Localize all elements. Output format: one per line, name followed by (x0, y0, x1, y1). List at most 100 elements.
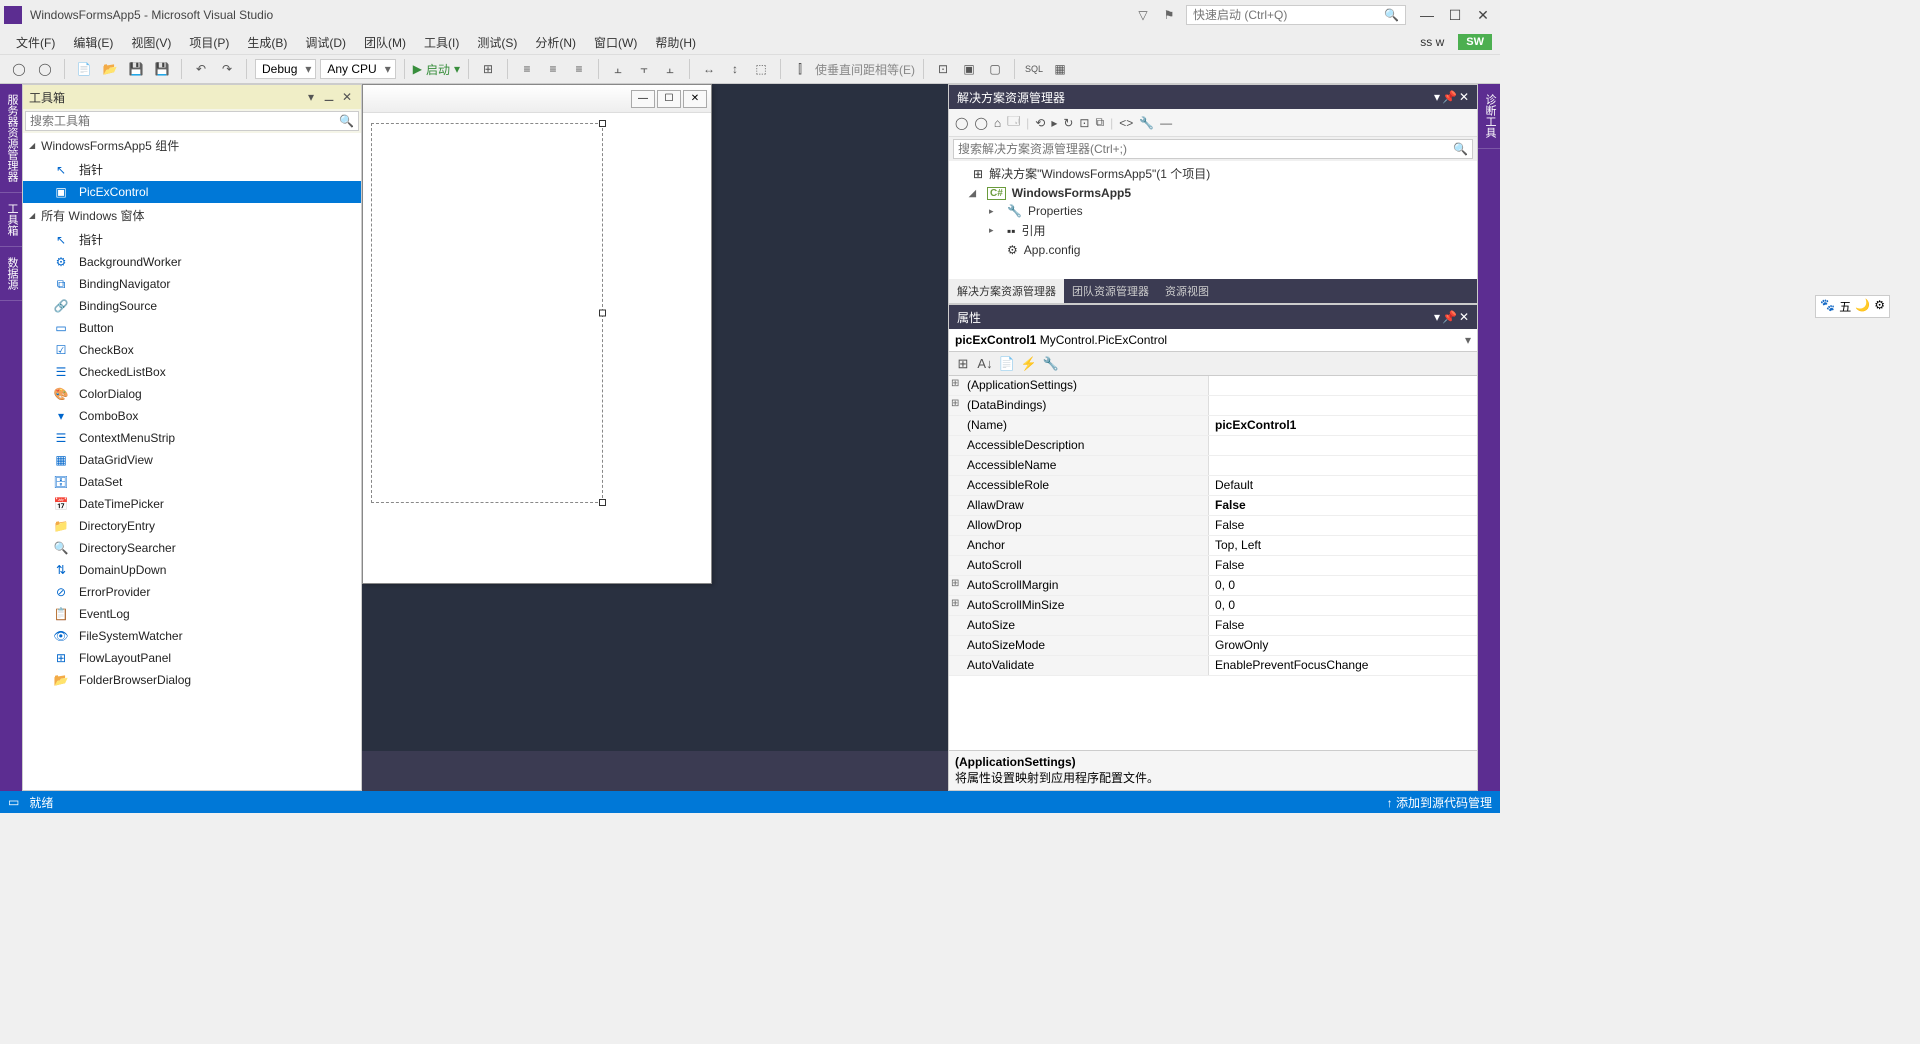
start-button[interactable]: 启动 ▾ (413, 61, 460, 78)
property-row[interactable]: AutoScrollMargin0, 0 (949, 576, 1477, 596)
toolbox-item[interactable]: 🗄DataSet (23, 471, 361, 493)
platform-combo[interactable]: Any CPU (320, 59, 395, 79)
code-icon[interactable]: <> (1119, 116, 1133, 130)
toolbox-item[interactable]: 🔗BindingSource (23, 295, 361, 317)
db-icon[interactable]: ▦ (1049, 58, 1071, 80)
property-row[interactable]: AllawDrawFalse (949, 496, 1477, 516)
property-value[interactable]: GrowOnly (1209, 636, 1477, 655)
toolbox-item[interactable]: ⊞FlowLayoutPanel (23, 647, 361, 669)
menu-help[interactable]: 帮助(H) (647, 32, 704, 53)
user-label[interactable]: ss w (1412, 33, 1452, 51)
picexcontrol-instance[interactable] (371, 123, 603, 503)
align-middle-icon[interactable]: ⫟ (633, 58, 655, 80)
properties-icon[interactable]: 📄 (997, 354, 1017, 374)
tree-solution[interactable]: ⊞解决方案"WindowsFormsApp5"(1 个项目) (951, 163, 1475, 184)
designer-surface[interactable]: — ☐ ✕ (362, 84, 948, 751)
property-value[interactable]: False (1209, 556, 1477, 575)
tab-datasources[interactable]: 数据源 (0, 247, 22, 301)
dropdown-icon[interactable]: ▾ (303, 90, 319, 104)
moon-icon[interactable]: 🌙 (1855, 298, 1870, 315)
property-value[interactable] (1209, 436, 1477, 455)
property-row[interactable]: (DataBindings) (949, 396, 1477, 416)
properties-grid[interactable]: (ApplicationSettings)(DataBindings)(Name… (949, 376, 1477, 750)
form-close-icon[interactable]: ✕ (683, 90, 707, 108)
property-value[interactable]: False (1209, 616, 1477, 635)
tab-resource-view[interactable]: 资源视图 (1157, 279, 1217, 303)
menu-view[interactable]: 视图(V) (123, 32, 179, 53)
property-row[interactable]: AccessibleDescription (949, 436, 1477, 456)
property-row[interactable]: AccessibleRoleDefault (949, 476, 1477, 496)
menu-analyze[interactable]: 分析(N) (527, 32, 584, 53)
toolbox-item[interactable]: ☑CheckBox (23, 339, 361, 361)
toolbox-item[interactable]: ⊘ErrorProvider (23, 581, 361, 603)
toolbox-item[interactable]: 📂FolderBrowserDialog (23, 669, 361, 691)
undo-button[interactable]: ↶ (190, 58, 212, 80)
property-value[interactable]: picExControl1 (1209, 416, 1477, 435)
sync-icon[interactable]: 🗔 (1007, 112, 1020, 133)
tree-references[interactable]: ▸▪▪引用 (951, 220, 1475, 241)
bring-front-icon[interactable]: ▣ (958, 58, 980, 80)
new-button[interactable]: 📄 (73, 58, 95, 80)
search-icon[interactable]: 🔍 (1384, 8, 1399, 22)
toolbox-item[interactable]: ↖指针 (23, 228, 361, 251)
tab-team-explorer[interactable]: 团队资源管理器 (1064, 279, 1157, 303)
search-icon[interactable]: 🔍 (1453, 142, 1468, 156)
quick-launch[interactable]: 🔍 (1186, 5, 1406, 25)
forward-icon[interactable]: ◯ (974, 116, 987, 130)
toolbox-item[interactable]: ▾ComboBox (23, 405, 361, 427)
property-value[interactable]: 0, 0 (1209, 596, 1477, 615)
toolbox-item[interactable]: ⇅DomainUpDown (23, 559, 361, 581)
size-icon[interactable]: ⬚ (750, 58, 772, 80)
toolbox-search[interactable]: 🔍 (25, 111, 359, 131)
toolbox-item[interactable]: 🔍DirectorySearcher (23, 537, 361, 559)
resize-handle[interactable] (599, 499, 606, 506)
status-source-control[interactable]: ↑ 添加到源代码管理 (1387, 794, 1492, 811)
close-button[interactable]: ✕ (1470, 5, 1496, 25)
property-row[interactable]: AutoScrollMinSize0, 0 (949, 596, 1477, 616)
sql-icon[interactable]: SQL (1023, 58, 1045, 80)
pin-icon[interactable]: 📌 (1442, 90, 1457, 104)
toolbox-item[interactable]: ☰CheckedListBox (23, 361, 361, 383)
property-row[interactable]: AccessibleName (949, 456, 1477, 476)
close-icon[interactable]: ✕ (1459, 90, 1469, 104)
property-value[interactable]: 0, 0 (1209, 576, 1477, 595)
solution-search-input[interactable] (958, 142, 1453, 156)
property-row[interactable]: AutoSizeModeGrowOnly (949, 636, 1477, 656)
property-row[interactable]: AutoValidateEnablePreventFocusChange (949, 656, 1477, 676)
toolbox-search-input[interactable] (30, 114, 339, 128)
resize-handle[interactable] (599, 120, 606, 127)
properties-selector[interactable]: picExControl1 MyControl.PicExControl (949, 329, 1477, 352)
align-top-icon[interactable]: ⫠ (607, 58, 629, 80)
form-min-icon[interactable]: — (631, 90, 655, 108)
paw-icon[interactable]: 🐾 (1820, 298, 1835, 315)
copy-icon[interactable]: ⧉ (1095, 115, 1104, 130)
save-all-button[interactable]: 💾 (151, 58, 173, 80)
toolbox-category[interactable]: WindowsFormsApp5 组件 (23, 133, 361, 158)
send-back-icon[interactable]: ▢ (984, 58, 1006, 80)
tab-solution-explorer[interactable]: 解决方案资源管理器 (949, 279, 1064, 303)
property-row[interactable]: AutoScrollFalse (949, 556, 1477, 576)
toolbox-item[interactable]: 📁DirectoryEntry (23, 515, 361, 537)
tab-server-explorer[interactable]: 服务器资源管理器 (0, 84, 22, 193)
open-button[interactable]: 📂 (99, 58, 121, 80)
forward-button[interactable]: ◯ (34, 58, 56, 80)
property-value[interactable]: EnablePreventFocusChange (1209, 656, 1477, 675)
form-window[interactable]: — ☐ ✕ (362, 84, 712, 584)
back-icon[interactable]: ◯ (955, 116, 968, 130)
home-icon[interactable]: ⌂ (994, 116, 1001, 130)
menu-file[interactable]: 文件(F) (8, 32, 63, 53)
categorized-icon[interactable]: ⊞ (953, 354, 973, 374)
flag-icon[interactable]: ⚑ (1160, 6, 1178, 24)
tab-diagnostic-tools[interactable]: 诊断工具 (1478, 84, 1500, 149)
refresh-icon[interactable]: ⟲ (1035, 116, 1045, 130)
dropdown-icon[interactable]: ▾ (1434, 310, 1440, 324)
menu-team[interactable]: 团队(M) (356, 32, 414, 53)
showall-icon[interactable]: ⊡ (1079, 116, 1089, 130)
wrench-icon[interactable]: 🔧 (1041, 354, 1061, 374)
align-center-icon[interactable]: ≡ (542, 58, 564, 80)
toolbox-item-pointer[interactable]: ↖指针 (23, 158, 361, 181)
tree-properties[interactable]: ▸🔧Properties (951, 202, 1475, 220)
config-combo[interactable]: Debug (255, 59, 316, 79)
property-row[interactable]: (Name)picExControl1 (949, 416, 1477, 436)
user-badge[interactable]: SW (1458, 34, 1492, 50)
